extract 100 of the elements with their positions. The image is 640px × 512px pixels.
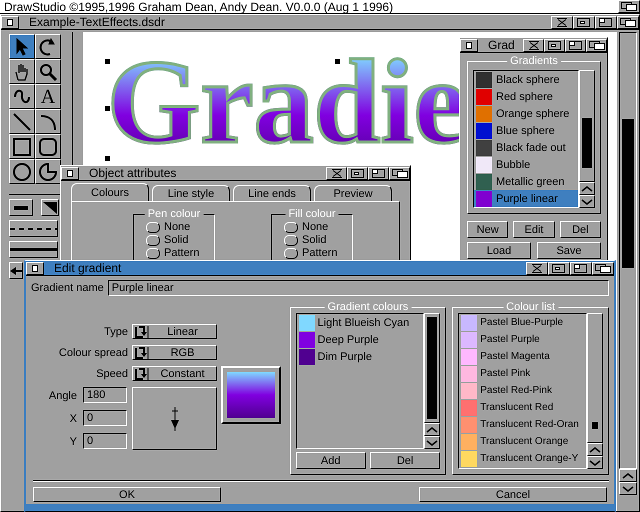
scrollbar-thumb[interactable] [622, 119, 634, 268]
window-button[interactable] [347, 166, 368, 180]
solid-line-button[interactable] [9, 241, 58, 258]
cycle-button[interactable]: RGB [132, 345, 217, 360]
dashed-line-button[interactable] [9, 220, 58, 237]
gradient-item[interactable]: Bubble [474, 156, 578, 173]
scrollbar-thumb[interactable] [592, 422, 598, 429]
cycle-button[interactable]: Constant [132, 366, 217, 381]
hourglass-icon [554, 18, 570, 26]
gradient-action-button[interactable]: Edit [513, 221, 555, 238]
colour-item[interactable]: Translucent Red [459, 399, 586, 416]
colour-item[interactable]: Pastel Purple [459, 331, 586, 348]
close-button[interactable] [61, 166, 79, 180]
window-button[interactable] [544, 38, 565, 52]
cycle-button[interactable]: Linear [132, 324, 217, 339]
split-button[interactable] [570, 262, 592, 274]
scrollbar-thumb[interactable] [582, 118, 592, 168]
gradient-action-button[interactable]: New [467, 221, 508, 238]
depth-button[interactable] [586, 38, 607, 52]
tab[interactable]: Line ends [233, 185, 311, 201]
scroll-down-button[interactable] [619, 482, 637, 495]
hourglass-button[interactable] [551, 16, 573, 28]
rect-icon [12, 136, 32, 156]
colour-item[interactable]: Pastel Pink [459, 365, 586, 382]
ok-button[interactable]: OK [33, 487, 221, 502]
number-field[interactable]: 180 [83, 387, 127, 403]
curve-tool[interactable] [9, 84, 35, 109]
scrollbar-thumb[interactable] [427, 317, 438, 419]
close-button[interactable] [26, 262, 44, 274]
scroll-down-button[interactable] [424, 436, 440, 449]
depth-button[interactable] [618, 0, 640, 13]
colour-item[interactable]: Light Blueish Cyan [296, 314, 424, 331]
text-tool[interactable]: A [35, 84, 61, 109]
line-end-button[interactable] [41, 199, 59, 216]
split-button[interactable] [368, 166, 389, 180]
scroll-up-button[interactable] [587, 443, 603, 456]
colour-item[interactable]: Translucent Orange [459, 433, 586, 450]
hourglass-button[interactable] [526, 262, 548, 274]
colour-item[interactable]: Deep Purple [296, 331, 424, 348]
gradient-action-button[interactable]: Del [560, 221, 601, 238]
radio-button[interactable] [146, 234, 160, 246]
tab[interactable]: Preview [314, 185, 392, 201]
radio-button[interactable] [146, 222, 160, 232]
gradient-item[interactable]: Black fade out [474, 139, 578, 156]
window-button[interactable] [573, 16, 595, 28]
gradient-item[interactable]: Black sphere [474, 71, 578, 88]
scroll-up-button[interactable] [619, 469, 637, 482]
scroll-up-button[interactable] [424, 423, 440, 436]
radio-button[interactable] [284, 234, 298, 246]
close-button[interactable] [1, 16, 19, 28]
radio-button[interactable] [146, 248, 160, 258]
colour-item[interactable]: Pastel Magenta [459, 348, 586, 365]
scroll-down-button[interactable] [587, 456, 603, 469]
file-action-button[interactable]: Save [537, 242, 601, 259]
colour-item[interactable]: Pastel Red-Pink [459, 382, 586, 399]
radio-button[interactable] [284, 248, 298, 258]
colour-item[interactable]: Pastel Blue-Purple [459, 314, 586, 331]
depth-button[interactable] [592, 262, 614, 274]
arc-tool[interactable] [35, 109, 61, 134]
gradient-name-field[interactable]: Purple linear [108, 280, 609, 296]
roundrect-tool[interactable] [35, 134, 61, 159]
number-field[interactable]: 0 [83, 433, 127, 449]
gradient-item[interactable]: Red sphere [474, 88, 578, 105]
line-tool[interactable] [9, 109, 35, 134]
rect-tool[interactable] [9, 134, 35, 159]
scroll-up-button[interactable] [579, 182, 595, 195]
tab[interactable]: Colours [71, 183, 149, 201]
gradient-item[interactable]: Purple linear [474, 190, 578, 207]
cancel-button[interactable]: Cancel [419, 487, 607, 502]
arrow-line-button[interactable] [9, 262, 23, 279]
depth-button[interactable] [617, 16, 639, 28]
pointer-tool[interactable] [9, 34, 35, 59]
radio-button[interactable] [284, 222, 298, 232]
roundrect-icon [38, 136, 58, 156]
number-field[interactable]: 0 [83, 410, 127, 426]
circle-tool[interactable] [9, 159, 35, 184]
gradient-item[interactable]: Metallic green [474, 173, 578, 190]
colour-action-button[interactable]: Add [296, 452, 366, 469]
rotate-tool[interactable] [35, 34, 61, 59]
window-button[interactable] [548, 262, 570, 274]
tab[interactable]: Line style [152, 185, 230, 201]
line-width-button[interactable] [9, 199, 33, 216]
close-button[interactable] [460, 38, 478, 52]
file-action-button[interactable]: Load [467, 242, 531, 259]
zoom-tool[interactable] [35, 59, 61, 84]
split-button[interactable] [595, 16, 617, 28]
colour-item[interactable]: Translucent Orange-Y [459, 450, 586, 467]
pie-tool[interactable] [35, 159, 61, 184]
split-button[interactable] [565, 38, 586, 52]
gradient-item[interactable]: Orange sphere [474, 105, 578, 122]
hourglass-button[interactable] [523, 38, 544, 52]
depth-button[interactable] [389, 166, 410, 180]
colour-item[interactable]: Dim Purple [296, 348, 424, 365]
hand-tool[interactable] [9, 59, 35, 84]
colour-action-button[interactable]: Del [370, 452, 440, 469]
colour-item[interactable]: Translucent Red-Oran [459, 416, 586, 433]
direction-box[interactable] [132, 387, 217, 450]
scroll-down-button[interactable] [579, 195, 595, 208]
gradient-item[interactable]: Blue sphere [474, 122, 578, 139]
hourglass-button[interactable] [326, 166, 347, 180]
